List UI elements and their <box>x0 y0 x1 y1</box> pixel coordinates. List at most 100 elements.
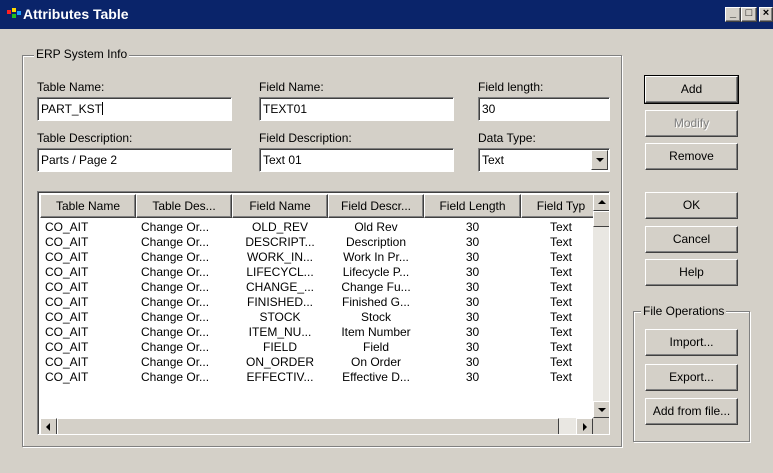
cell-field-type: Text <box>549 235 572 249</box>
cell-table-description: Change Or... <box>141 265 210 279</box>
table-row[interactable]: CO_AIT Change Or... FINISHED... Finished G.… <box>40 295 593 310</box>
data-type-select[interactable]: Text <box>478 148 610 172</box>
cell-table-description: Change Or... <box>141 310 210 324</box>
table-row[interactable]: CO_AIT Change Or... CHANGE_... Change Fu...… <box>40 280 593 295</box>
table-row[interactable]: CO_AIT Change Or... OLD_REV Old Rev 30 Text <box>40 220 593 235</box>
cell-field-length: 30 <box>465 235 480 249</box>
table-row[interactable]: CO_AIT Change Or... FIELD Field 30 Text <box>40 340 593 355</box>
cell-table-description: Change Or... <box>141 280 210 294</box>
cell-field-type: Text <box>549 280 572 294</box>
table-row[interactable]: CO_AIT Change Or... DESCRIPT... Description… <box>40 235 593 250</box>
horizontal-scroll-thumb[interactable] <box>57 418 559 434</box>
cell-field-length: 30 <box>465 265 480 279</box>
column-header-field-length[interactable]: Field Length <box>424 194 521 218</box>
horizontal-scrollbar[interactable] <box>40 418 593 434</box>
cell-field-description: Item Number <box>341 325 411 339</box>
cell-field-name: WORK_IN... <box>246 250 313 264</box>
table-description-label: Table Description: <box>37 131 133 145</box>
list-content: Table Name Table Des... Field Name Field De… <box>40 194 593 418</box>
add-from-file-button[interactable]: Add from file... <box>645 398 738 425</box>
scroll-right-button[interactable] <box>576 418 593 434</box>
minimize-button[interactable]: _ <box>725 7 741 22</box>
table-row[interactable]: CO_AIT Change Or... ITEM_NU... Item Number 3… <box>40 325 593 340</box>
cell-field-description: On Order <box>350 355 401 369</box>
table-row[interactable]: CO_AIT Change Or... WORK_IN... Work In Pr..… <box>40 250 593 265</box>
cell-field-description: Effective D... <box>342 370 410 384</box>
help-button[interactable]: Help <box>645 259 738 286</box>
cell-table-name: CO_AIT <box>45 280 89 294</box>
cell-field-description: Work In Pr... <box>343 250 409 264</box>
column-header-field-type[interactable]: Field Typ <box>521 194 593 218</box>
cell-field-length: 30 <box>465 370 480 384</box>
chevron-down-icon <box>596 158 604 162</box>
add-button[interactable]: Add <box>644 75 739 104</box>
app-icon <box>7 8 21 18</box>
text-caret <box>101 102 103 115</box>
table-row[interactable]: CO_AIT Change Or... STOCK Stock 30 Text <box>40 310 593 325</box>
attributes-list[interactable]: Table Name Table Des... Field Name Field De… <box>37 191 610 435</box>
table-row[interactable]: CO_AIT Change Or... LIFECYCL... Lifecycle P… <box>40 265 593 280</box>
vertical-scroll-thumb[interactable] <box>593 211 609 227</box>
field-name-input[interactable]: TEXT01 <box>259 97 454 121</box>
window-title: Attributes Table <box>23 6 129 22</box>
column-header-field-description[interactable]: Field Descr... <box>328 194 424 218</box>
dropdown-button[interactable] <box>591 150 608 170</box>
cell-table-description: Change Or... <box>141 235 210 249</box>
scroll-up-button[interactable] <box>593 194 609 211</box>
cell-field-type: Text <box>549 220 572 234</box>
cell-field-name: FIELD <box>262 340 297 354</box>
cell-field-description: Old Rev <box>354 220 398 234</box>
cell-table-description: Change Or... <box>141 340 210 354</box>
cell-table-description: Change Or... <box>141 355 210 369</box>
cell-field-length: 30 <box>465 340 480 354</box>
erp-system-info-label: ERP System Info <box>34 47 130 61</box>
column-header-field-name[interactable]: Field Name <box>232 194 328 218</box>
scroll-down-button[interactable] <box>593 401 609 418</box>
cell-field-name: CHANGE_... <box>245 280 314 294</box>
ok-button[interactable]: OK <box>645 192 738 219</box>
import-button[interactable]: Import... <box>645 329 738 356</box>
arrow-right-icon <box>583 423 587 431</box>
cell-field-description: Change Fu... <box>341 280 411 294</box>
cell-field-description: Field <box>362 340 389 354</box>
cell-table-name: CO_AIT <box>45 370 89 384</box>
cell-field-length: 30 <box>465 310 480 324</box>
cell-field-name: OLD_REV <box>251 220 309 234</box>
modify-button[interactable]: Modify <box>645 110 738 137</box>
cell-field-name: ON_ORDER <box>245 355 314 369</box>
cell-field-type: Text <box>549 370 572 384</box>
arrow-left-icon <box>46 423 50 431</box>
column-header-table-description[interactable]: Table Des... <box>136 194 232 218</box>
table-row[interactable]: CO_AIT Change Or... ON_ORDER On Order 30 Text <box>40 355 593 370</box>
cell-field-name: ITEM_NU... <box>248 325 312 339</box>
close-button[interactable]: × <box>759 7 773 22</box>
field-description-input[interactable]: Text 01 <box>259 148 454 172</box>
title-bar[interactable]: Attributes Table _ □ × <box>0 0 773 29</box>
remove-button[interactable]: Remove <box>645 143 738 170</box>
cell-field-name: FINISHED... <box>246 295 313 309</box>
export-button[interactable]: Export... <box>645 364 738 391</box>
cell-field-length: 30 <box>465 325 480 339</box>
cancel-button[interactable]: Cancel <box>645 226 738 253</box>
data-type-label: Data Type: <box>478 131 536 145</box>
cell-field-description: Finished G... <box>341 295 411 309</box>
table-name-input[interactable]: PART_KST <box>37 97 232 121</box>
table-row[interactable]: CO_AIT Change Or... EFFECTIV... Effective D… <box>40 370 593 385</box>
table-description-input[interactable]: Parts / Page 2 <box>37 148 232 172</box>
cell-table-name: CO_AIT <box>45 220 89 234</box>
cell-field-description: Stock <box>360 310 391 324</box>
cell-field-length: 30 <box>465 295 480 309</box>
cell-table-description: Change Or... <box>141 325 210 339</box>
file-operations-label: File Operations <box>641 304 727 318</box>
cell-table-name: CO_AIT <box>45 310 89 324</box>
cell-table-description: Change Or... <box>141 370 210 384</box>
cell-table-description: Change Or... <box>141 250 210 264</box>
maximize-button[interactable]: □ <box>741 7 757 22</box>
scroll-left-button[interactable] <box>40 418 57 434</box>
cell-table-name: CO_AIT <box>45 265 89 279</box>
cell-field-length: 30 <box>465 250 480 264</box>
field-length-input[interactable]: 30 <box>478 97 610 121</box>
vertical-scrollbar[interactable] <box>593 194 609 418</box>
column-header-table-name[interactable]: Table Name <box>40 194 136 218</box>
attributes-table-window: Attributes Table _ □ × ERP System Info T… <box>0 0 773 473</box>
